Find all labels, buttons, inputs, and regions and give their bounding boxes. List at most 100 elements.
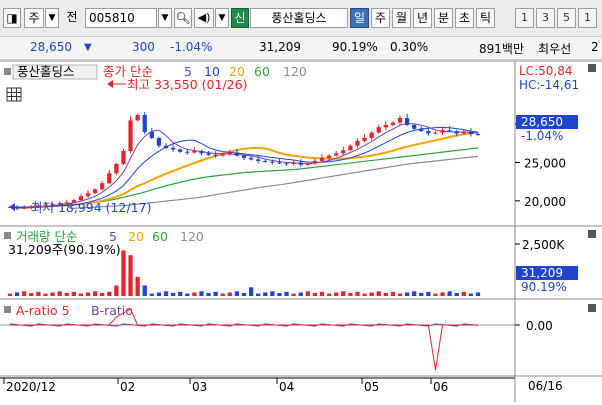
volume-bar	[433, 293, 438, 296]
price-pane-close-icon[interactable]	[588, 64, 596, 72]
toolbar: ◨ 주 ▼ 전 005810 ▼ 🔍︎ ◀) ▼ 신 풍산홀딩스 일 주 월 년…	[0, 0, 602, 37]
volume-pane-square-icon[interactable]	[4, 232, 11, 239]
period-year-tab[interactable]: 년	[413, 8, 432, 28]
candle-body	[362, 137, 367, 142]
price-change-pct: -1.04%	[170, 40, 213, 54]
candle-body	[135, 114, 140, 121]
volume-bar	[71, 291, 76, 296]
candle-body	[440, 130, 445, 133]
candle-body	[326, 155, 332, 158]
market-select[interactable]: 주	[24, 8, 44, 28]
period-week-tab[interactable]: 주	[371, 8, 390, 28]
candle-body	[376, 127, 381, 133]
volume-bar	[362, 293, 367, 296]
volume-bar	[163, 291, 169, 296]
search-icon[interactable]: 🔍︎	[174, 8, 192, 28]
volume-bar	[440, 292, 445, 296]
volume-bar	[178, 291, 183, 296]
candle-body	[312, 160, 318, 164]
candle-body	[319, 157, 325, 161]
ratio-pane-close-icon[interactable]	[588, 304, 596, 312]
volume-bar	[412, 291, 417, 296]
volume-pane-close-icon[interactable]	[588, 230, 596, 238]
volume-bar	[376, 291, 381, 296]
candle-body	[305, 163, 310, 165]
price-tick-label: 20,000	[524, 195, 566, 209]
volume-bar	[121, 250, 126, 296]
volume-bar	[234, 291, 240, 296]
candle-body	[121, 151, 126, 165]
volume-bar	[213, 291, 218, 296]
candle-body	[128, 120, 133, 151]
period-month-tab[interactable]: 월	[392, 8, 411, 28]
candle-body	[341, 150, 346, 154]
sound-chevron-down-icon[interactable]: ▼	[215, 8, 229, 28]
period-minute-tab[interactable]: 분	[434, 8, 453, 28]
candle-body	[433, 132, 438, 134]
volume-bar	[57, 291, 62, 296]
volume-bar	[461, 291, 466, 296]
candle-body	[100, 183, 105, 190]
period-day-tab[interactable]: 일	[350, 8, 369, 28]
candle-body	[397, 118, 403, 123]
price-change: 300	[132, 40, 155, 54]
interval-3-button[interactable]: 3	[536, 8, 555, 28]
volume-bar	[149, 293, 154, 296]
volume-bar	[248, 287, 254, 296]
ratio-pane-square-icon[interactable]	[4, 306, 11, 313]
candle-body	[178, 149, 183, 152]
volume-bar	[397, 293, 403, 296]
volume-bar	[7, 293, 13, 296]
volume-bar	[92, 291, 98, 296]
volume-bar	[85, 292, 91, 296]
volume-bar	[29, 293, 34, 296]
sound-icon[interactable]: ◀)	[194, 8, 214, 28]
stock-chart[interactable]: 풍산홀딩스 종가 단순 5 10 20 60 120 최고 33,550 (01…	[0, 60, 602, 402]
volume-bar	[206, 293, 211, 296]
volume-bar	[185, 293, 190, 296]
low-annotation: 최저 18,994 (12/17)	[31, 200, 151, 215]
candle-body	[355, 141, 360, 146]
candle-body	[284, 163, 289, 165]
candle-body	[426, 131, 431, 134]
candle-body	[390, 122, 396, 125]
ma120-legend: 120	[283, 64, 307, 79]
candle-body	[291, 162, 296, 165]
interval-5-button[interactable]: 5	[557, 8, 576, 28]
volume-bar	[114, 285, 119, 296]
stock-label: 풍산홀딩스	[17, 64, 75, 79]
period-second-tab[interactable]: 초	[455, 8, 474, 28]
pane-square-icon[interactable]	[4, 68, 11, 75]
volume-bar	[426, 291, 431, 296]
volume-bar	[475, 292, 481, 296]
candle-body	[369, 132, 374, 138]
best-quote-value: 2	[591, 40, 599, 54]
interval-1-button[interactable]: 1	[515, 8, 534, 28]
candle-body	[163, 145, 169, 148]
volume-bar	[220, 293, 225, 296]
window-icon[interactable]: ◨	[3, 8, 21, 28]
market-chevron-down-icon[interactable]: ▼	[45, 8, 59, 28]
volume-bar	[135, 276, 140, 296]
candle-body	[270, 161, 275, 163]
code-chevron-down-icon[interactable]: ▼	[158, 8, 172, 28]
volume-bar	[468, 293, 474, 296]
volume-bar	[14, 292, 20, 296]
volume-bar	[277, 293, 282, 296]
candle-body	[206, 153, 211, 155]
period-tick-tab[interactable]: 틱	[476, 8, 495, 28]
candle-body	[220, 154, 225, 156]
interval-10-button[interactable]: 1	[578, 8, 597, 28]
stock-code-input[interactable]: 005810	[85, 8, 157, 28]
volume-bar	[156, 292, 162, 296]
x-axis-right-date: 06/16	[528, 379, 563, 393]
chart-area[interactable]: 풍산홀딩스 종가 단순 5 10 20 60 120 최고 33,550 (01…	[0, 60, 602, 402]
candle-body	[170, 147, 176, 150]
volume-bar	[305, 291, 310, 296]
down-arrow-icon: ▼	[84, 42, 92, 53]
hc-value: HC:-14,61	[519, 78, 579, 92]
quote-info-row: 28,650 ▼ 300 -1.04% 31,209 90.19% 0.30% …	[0, 37, 602, 60]
candle-body	[468, 132, 474, 135]
volume-bar	[192, 292, 197, 296]
stock-name[interactable]: 풍산홀딩스	[250, 8, 348, 28]
